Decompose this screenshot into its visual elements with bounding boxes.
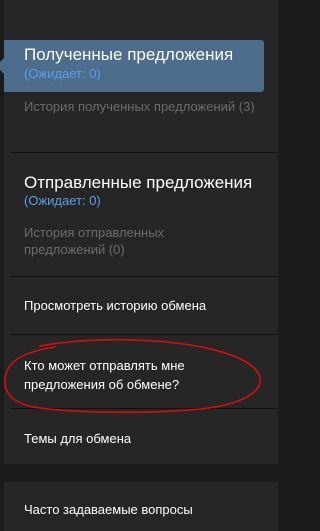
sent-offers-status: (Ожидает: 0) <box>24 193 101 208</box>
faq-link[interactable]: Часто задаваемые вопросы <box>24 502 193 517</box>
divider <box>10 334 278 335</box>
received-offers-title[interactable]: Полученные предложения <box>24 45 233 65</box>
divider <box>10 152 278 153</box>
sent-offers-history-link[interactable]: История отправленных предложений (0) <box>24 224 224 258</box>
received-offers-status: (Ожидает: 0) <box>24 66 101 81</box>
sent-offers-title[interactable]: Отправленные предложения <box>24 173 252 193</box>
who-can-send-link[interactable]: Кто может отправлять мне предложения об … <box>24 356 239 394</box>
active-notch <box>0 58 4 74</box>
divider <box>10 408 278 409</box>
trade-history-link[interactable]: Просмотреть историю обмена <box>24 298 206 313</box>
divider <box>10 276 278 277</box>
received-offers-history-link[interactable]: История полученных предложений (3) <box>24 98 264 115</box>
trade-topics-link[interactable]: Темы для обмена <box>24 431 131 446</box>
